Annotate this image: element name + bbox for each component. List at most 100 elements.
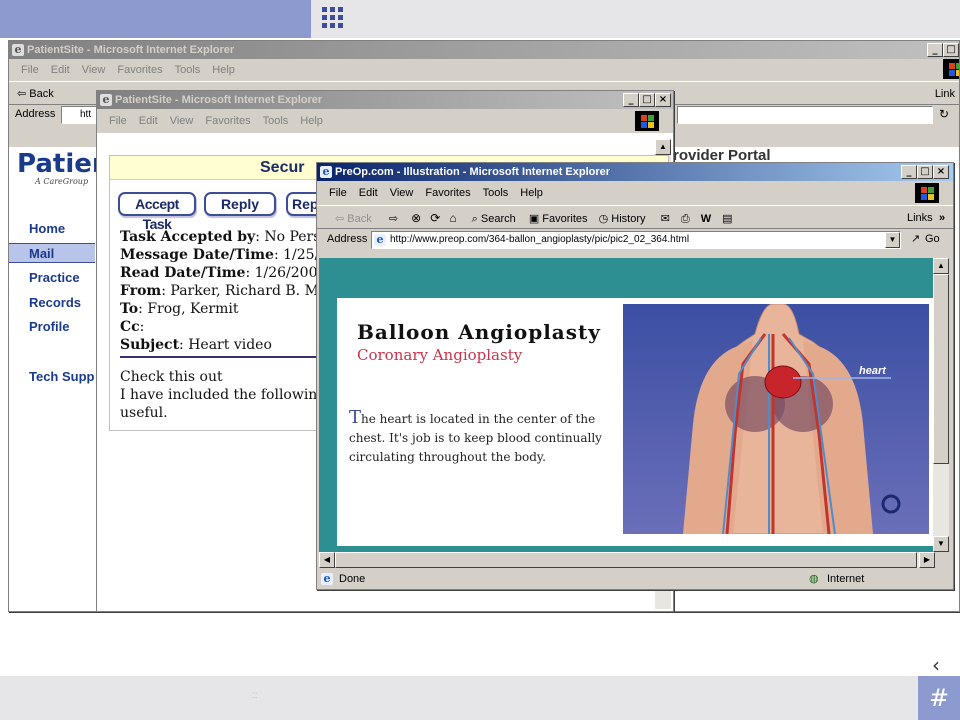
- menu-favorites[interactable]: Favorites: [425, 183, 470, 203]
- maximize-button[interactable]: □: [917, 165, 933, 179]
- nav-practice[interactable]: Practice: [9, 268, 95, 288]
- message-body-3: useful.: [120, 405, 168, 421]
- menu-view[interactable]: View: [170, 111, 194, 131]
- menu-favorites[interactable]: Favorites: [117, 60, 162, 80]
- nav-tech-support[interactable]: Tech Supp: [9, 367, 109, 387]
- menu-help[interactable]: Help: [520, 183, 543, 203]
- to-label: To: [120, 301, 139, 317]
- from-line: From: Parker, Richard B. MD: [120, 282, 330, 300]
- nav-records[interactable]: Records: [9, 293, 95, 313]
- horizontal-scrollbar[interactable]: ◀ ▶: [319, 552, 935, 568]
- scroll-thumb[interactable]: [933, 274, 949, 464]
- menu-file[interactable]: File: [329, 183, 347, 203]
- previous-slide-arrow[interactable]: ‹: [932, 653, 940, 677]
- word-icon[interactable]: W: [701, 213, 711, 225]
- close-button[interactable]: ×: [655, 93, 671, 107]
- favorites-button[interactable]: Favorites: [542, 213, 587, 225]
- h-scroll-thumb[interactable]: [335, 552, 917, 568]
- vertical-scrollbar[interactable]: ▲ ▼: [933, 258, 949, 552]
- menu-view[interactable]: View: [390, 183, 414, 203]
- print-icon[interactable]: ⎙: [681, 213, 690, 225]
- accept-task-button[interactable]: Accept Task: [118, 192, 196, 232]
- page-done-icon: e: [321, 573, 333, 585]
- refresh-icon[interactable]: ↻: [939, 107, 949, 121]
- top-band-right: [311, 0, 960, 38]
- window-title: PreOp.com - Illustration - Microsoft Int…: [335, 166, 611, 178]
- address-input[interactable]: htt: [61, 106, 101, 124]
- message-body-1: Check this out: [120, 369, 223, 385]
- from-value: : Parker, Richard B. MD: [161, 283, 331, 299]
- menu-favorites[interactable]: Favorites: [205, 111, 250, 131]
- links-button[interactable]: Links: [907, 206, 933, 230]
- illustration-subtitle: Coronary Angioplasty: [357, 346, 523, 364]
- home-icon[interactable]: ⌂: [449, 211, 456, 225]
- menu-edit[interactable]: Edit: [139, 111, 158, 131]
- divider: [120, 356, 316, 358]
- subject-line: Subject: Heart video: [120, 336, 272, 354]
- menu-edit[interactable]: Edit: [359, 183, 378, 203]
- menu-help[interactable]: Help: [212, 60, 235, 80]
- address-label: Address: [15, 108, 56, 120]
- scroll-up-button[interactable]: ▲: [933, 258, 949, 274]
- address-input[interactable]: e http://www.preop.com/364-ballon_angiop…: [371, 231, 901, 249]
- ie-icon: e: [12, 44, 24, 56]
- slide-number: #: [918, 676, 960, 720]
- illustration-text: The heart is located in the center of th…: [349, 408, 619, 467]
- close-button[interactable]: ×: [933, 165, 949, 179]
- from-label: From: [120, 283, 162, 299]
- search-button[interactable]: Search: [481, 213, 516, 225]
- menu-tools[interactable]: Tools: [175, 60, 201, 80]
- links-button[interactable]: Link: [935, 82, 955, 106]
- scroll-right-button[interactable]: ▶: [919, 552, 935, 568]
- scroll-down-button[interactable]: ▼: [933, 536, 949, 552]
- menu-help[interactable]: Help: [300, 111, 323, 131]
- menu-file[interactable]: File: [109, 111, 127, 131]
- discuss-icon[interactable]: ▤: [722, 213, 732, 225]
- page-content: Balloon Angioplasty Coronary Angioplasty…: [319, 258, 949, 552]
- nav-profile[interactable]: Profile: [9, 317, 95, 337]
- minimize-button[interactable]: _: [901, 165, 917, 179]
- scroll-up-button[interactable]: ▲: [655, 139, 671, 155]
- stop-icon[interactable]: ⊗: [411, 211, 421, 225]
- maximize-button[interactable]: □: [639, 93, 655, 107]
- address-value: htt: [80, 109, 92, 120]
- status-done: Done: [339, 573, 366, 585]
- minimize-button[interactable]: _: [927, 43, 943, 57]
- go-icon[interactable]: ↗: [911, 232, 920, 245]
- nav-home[interactable]: Home: [9, 219, 95, 239]
- menu-tools[interactable]: Tools: [263, 111, 289, 131]
- address-label: Address: [327, 233, 368, 245]
- read-date-label: Read Date/Time: [120, 265, 246, 281]
- minimize-button[interactable]: _: [623, 93, 639, 107]
- back-button[interactable]: Back: [347, 213, 371, 225]
- msg-date-label: Message Date/Time: [120, 247, 274, 263]
- forward-arrow-icon[interactable]: ⇨: [389, 213, 398, 225]
- titlebar: e PatientSite - Microsoft Internet Explo…: [97, 91, 673, 109]
- back-button[interactable]: Back: [29, 88, 53, 100]
- nav-mail[interactable]: Mail: [9, 243, 95, 263]
- menu-view[interactable]: View: [82, 60, 106, 80]
- status-bar: e Done ◍ Internet: [319, 569, 951, 589]
- reply-button[interactable]: Reply: [204, 192, 276, 216]
- favorites-icon: ▣: [528, 213, 540, 225]
- refresh-icon[interactable]: ⟳: [430, 211, 440, 225]
- menu-bar: File Edit View Favorites Tools Help: [97, 111, 673, 131]
- links-chevron-icon[interactable]: »: [939, 206, 945, 230]
- globe-icon: ◍: [809, 573, 819, 585]
- ie-icon: e: [320, 166, 332, 178]
- mail-icon[interactable]: ✉: [661, 213, 670, 225]
- menu-edit[interactable]: Edit: [51, 60, 70, 80]
- menu-tools[interactable]: Tools: [483, 183, 509, 203]
- maximize-button[interactable]: □: [943, 43, 959, 57]
- to-line: To: Frog, Kermit: [120, 300, 238, 318]
- status-zone: Internet: [827, 573, 865, 585]
- address-input-right[interactable]: [677, 106, 933, 124]
- menu-bar: File Edit View Favorites Tools Help: [317, 183, 953, 203]
- window-title: PatientSite - Microsoft Internet Explore…: [115, 94, 323, 106]
- menu-file[interactable]: File: [21, 60, 39, 80]
- address-dropdown-button[interactable]: ▼: [885, 232, 900, 248]
- scroll-left-button[interactable]: ◀: [319, 552, 335, 568]
- go-button[interactable]: Go: [925, 233, 940, 245]
- history-button[interactable]: History: [611, 213, 645, 225]
- titlebar: e PreOp.com - Illustration - Microsoft I…: [317, 163, 953, 181]
